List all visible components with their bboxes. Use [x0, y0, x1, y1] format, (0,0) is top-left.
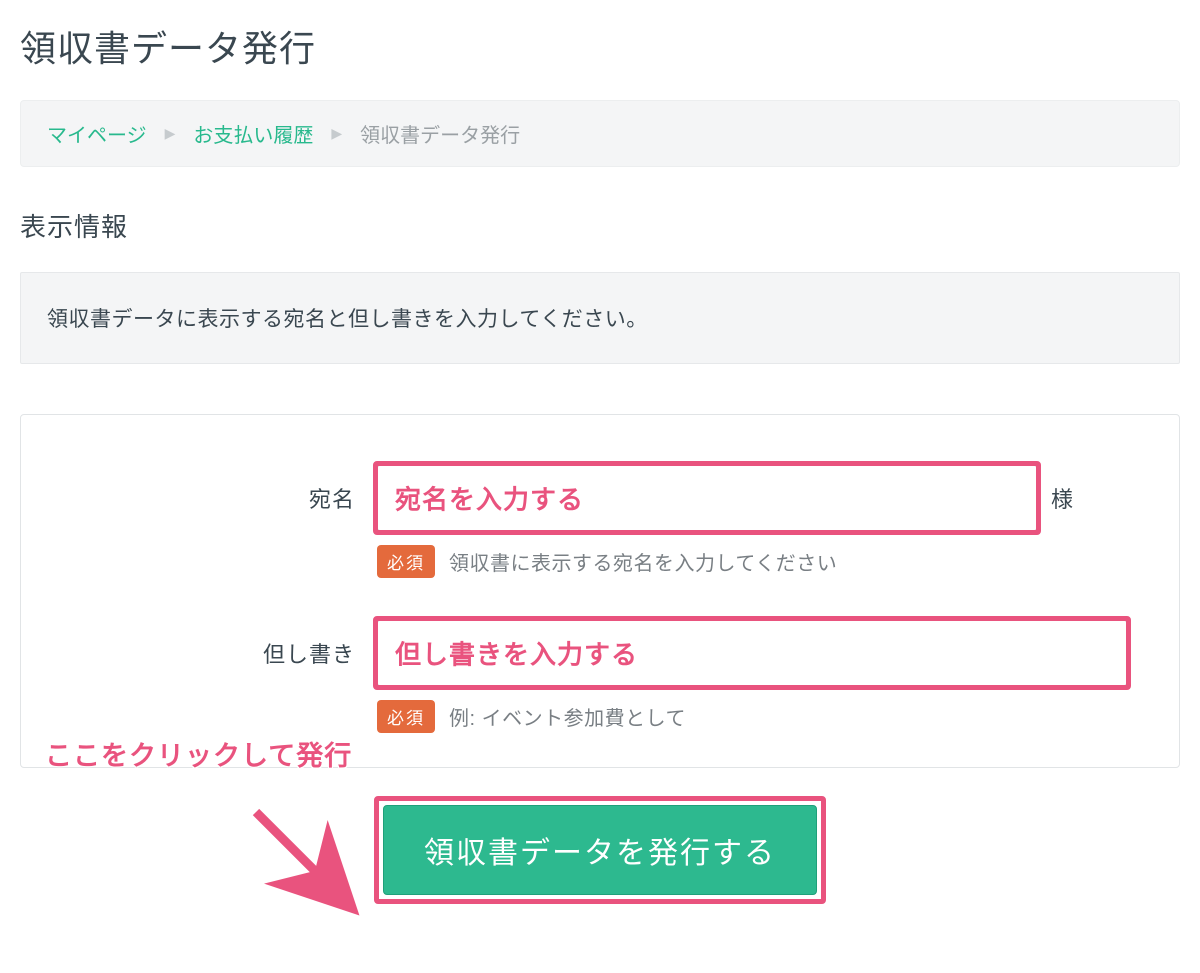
page-title: 領収書データ発行 [20, 20, 1180, 72]
name-help-text: 領収書に表示する宛名を入力してください [449, 547, 837, 576]
memo-label: 但し書き [67, 637, 377, 669]
breadcrumb-mypage-link[interactable]: マイページ [47, 119, 147, 148]
required-badge: 必須 [377, 545, 435, 578]
required-badge: 必須 [377, 700, 435, 733]
name-input[interactable] [377, 465, 1037, 531]
annotation-highlight: 領収書データを発行する [374, 796, 826, 904]
info-box: 領収書データに表示する宛名と但し書きを入力してください。 [20, 272, 1180, 364]
breadcrumb-current: 領収書データ発行 [360, 119, 520, 148]
chevron-right-icon: ▶ [331, 125, 342, 142]
memo-input[interactable] [377, 620, 1127, 686]
chevron-right-icon: ▶ [165, 125, 176, 142]
form-card: 宛名 宛名を入力する 様 必須 領収書に表示する宛名を入力してください 但し書き… [20, 414, 1180, 768]
breadcrumb-history-link[interactable]: お支払い履歴 [193, 119, 313, 148]
issue-receipt-button[interactable]: 領収書データを発行する [383, 805, 817, 895]
section-title: 表示情報 [20, 207, 1180, 244]
name-suffix: 様 [1051, 482, 1073, 514]
memo-help-text: 例: イベント参加費として [449, 702, 686, 731]
callout-text: ここをクリックして発行 [45, 734, 352, 773]
name-label: 宛名 [67, 482, 377, 514]
breadcrumb: マイページ ▶ お支払い履歴 ▶ 領収書データ発行 [20, 100, 1180, 167]
